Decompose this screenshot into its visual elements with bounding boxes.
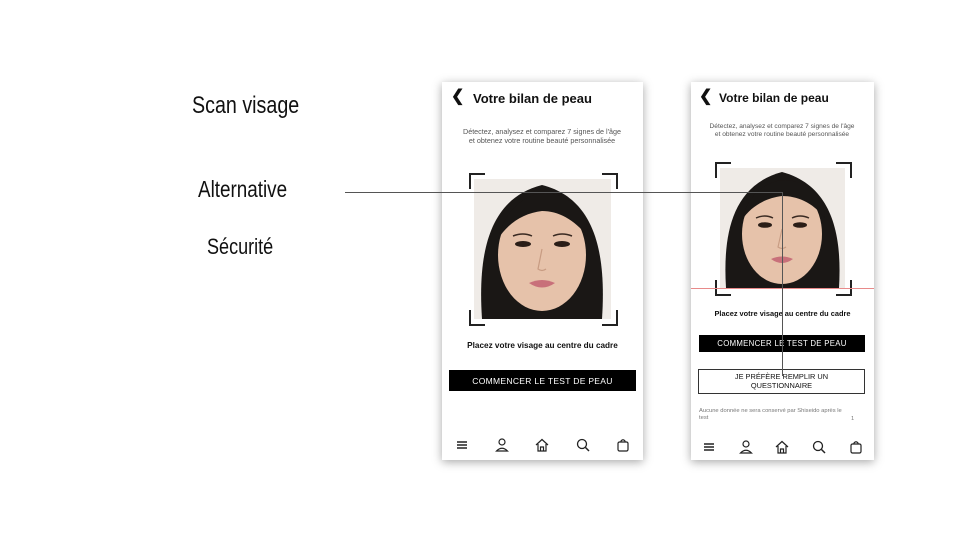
header-title: Votre bilan de peau [473, 91, 592, 106]
privacy-disclaimer: Aucune donnée ne sera conservé par Shise… [699, 408, 842, 421]
search-icon[interactable] [811, 439, 827, 455]
back-chevron-icon[interactable]: ❮ [699, 89, 712, 105]
frame-corner-top-right [836, 162, 852, 178]
intro-text: Détectez, analysez et comparez 7 signes … [463, 127, 621, 145]
frame-corner-bottom-right [602, 310, 618, 326]
frame-corner-bottom-left [469, 310, 485, 326]
bag-icon[interactable] [848, 439, 864, 455]
disclaimer-counter: 1 [851, 416, 855, 422]
header-title: Votre bilan de peau [719, 91, 829, 105]
start-skin-test-button[interactable]: COMMENCER LE TEST DE PEAU [449, 370, 636, 391]
intro-text: Détectez, analysez et comparez 7 signes … [709, 123, 855, 138]
bottom-nav [442, 433, 643, 457]
annotation-line-horizontal [345, 192, 782, 193]
search-icon[interactable] [575, 437, 591, 453]
user-icon[interactable] [738, 439, 754, 455]
phone-screen-scan: ❮ Votre bilan de peau Détectez, analysez… [442, 82, 643, 460]
frame-corner-top-left [469, 173, 485, 189]
label-alternative: Alternative [198, 176, 288, 202]
face-illustration [474, 179, 611, 319]
label-securite: Sécurité [207, 234, 274, 259]
bag-icon[interactable] [615, 437, 631, 453]
annotation-line-vertical [782, 192, 783, 376]
frame-corner-top-left [715, 162, 731, 178]
bottom-nav [691, 435, 874, 459]
user-icon[interactable] [494, 437, 510, 453]
home-icon[interactable] [534, 437, 550, 453]
instruction-text: Placez votre visage au centre du cadre [467, 341, 618, 350]
menu-icon[interactable] [454, 437, 470, 453]
face-photo [474, 179, 611, 319]
back-chevron-icon[interactable]: ❮ [451, 89, 464, 105]
menu-icon[interactable] [701, 439, 717, 455]
label-scan-visage: Scan visage [192, 92, 300, 119]
frame-corner-top-right [602, 173, 618, 189]
home-icon[interactable] [774, 439, 790, 455]
